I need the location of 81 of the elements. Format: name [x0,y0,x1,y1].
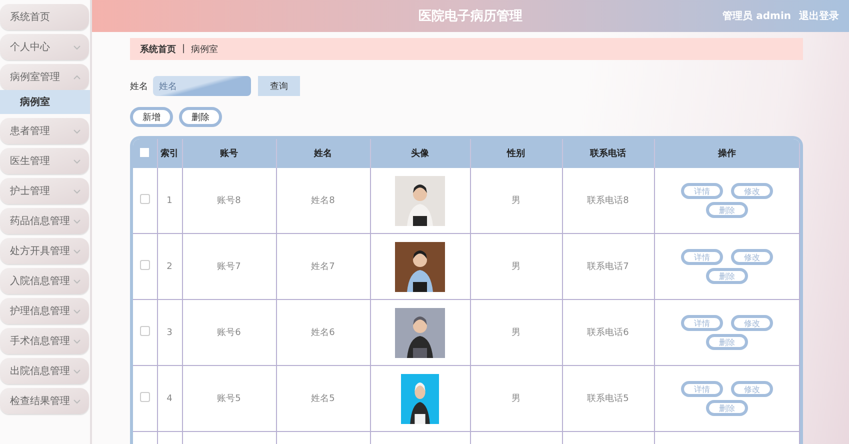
chevron-down-icon [73,188,81,194]
delete-button[interactable]: 删除 [179,107,222,127]
sidebar-subitem[interactable]: 病例室 [0,90,90,114]
table-cell: 男 [470,366,562,432]
row-checkbox[interactable] [140,326,150,336]
chevron-down-icon [73,158,81,164]
sidebar-item[interactable]: 患者管理 [0,118,89,144]
row-checkbox[interactable] [140,392,150,402]
chevron-down-icon [73,308,81,314]
chevron-down-icon [73,44,81,50]
sidebar-item[interactable]: 个人中心 [0,34,89,60]
table-cell: 账号7 [182,234,276,300]
table-cell: 联系电话6 [562,300,654,366]
table-cell: 姓名8 [276,168,370,234]
breadcrumb-current: 病例室 [191,44,218,56]
table-cell: 男 [470,300,562,366]
sidebar-label: 检查结果管理 [10,394,70,408]
table-cell: 账号8 [182,168,276,234]
select-all-checkbox[interactable] [140,148,150,156]
chevron-down-icon [73,278,81,284]
column-header: 索引 [157,139,182,168]
row-checkbox[interactable] [140,260,150,270]
chevron-down-icon [73,338,81,344]
sidebar-item[interactable]: 出院信息管理 [0,358,89,384]
sidebar-item[interactable]: 处方开具管理 [0,238,89,264]
chevron-down-icon [73,218,81,224]
sidebar-label: 出院信息管理 [10,364,70,378]
sidebar-item[interactable]: 系统首页 [0,4,89,30]
column-header: 性别 [470,139,562,168]
sidebar-item[interactable]: 医生管理 [0,148,89,174]
sidebar-label: 护士管理 [10,184,50,198]
sidebar-label: 医生管理 [10,154,50,168]
sidebar-item[interactable]: 病例室管理 [0,64,89,90]
sidebar-label: 药品信息管理 [10,214,70,228]
sidebar-label: 个人中心 [10,40,50,54]
column-header: 头像 [370,139,470,168]
table-cell: 账号5 [182,366,276,432]
row-checkbox[interactable] [140,194,150,204]
column-header: 操作 [654,139,800,168]
table-cell: 2 [157,234,182,300]
table-cell: 联系电话5 [562,366,654,432]
sidebar-label: 病例室管理 [10,70,60,84]
column-header: 联系电话 [562,139,654,168]
sidebar-label: 入院信息管理 [10,274,70,288]
column-header: 姓名 [276,139,370,168]
user-name: 管理员 admin [722,10,791,23]
table-cell: 3 [157,300,182,366]
table-cell: 联系电话7 [562,234,654,300]
sidebar-item[interactable]: 手术信息管理 [0,328,89,354]
table-cell: 男 [470,168,562,234]
table-cell: 姓名5 [276,366,370,432]
sidebar-item[interactable]: 护理信息管理 [0,298,89,324]
chevron-down-icon [73,128,81,134]
table-cell: 姓名7 [276,234,370,300]
add-button[interactable]: 新增 [130,107,173,127]
chevron-down-icon [73,398,81,404]
search-field[interactable]: 姓名 [153,76,251,96]
sidebar-item[interactable]: 药品信息管理 [0,208,89,234]
app-title: 医院电子病历管理 [418,8,522,25]
table-cell: 男 [470,234,562,300]
sidebar-label: 系统首页 [10,10,50,24]
sidebar-label: 手术信息管理 [10,334,70,348]
chevron-up-icon [73,74,81,80]
sidebar-item[interactable]: 检查结果管理 [0,388,89,414]
table-cell: 姓名6 [276,300,370,366]
chevron-down-icon [73,368,81,374]
chevron-down-icon [73,248,81,254]
table-cell: 账号6 [182,300,276,366]
breadcrumb-separator: | [182,44,186,54]
table-cell: 4 [157,366,182,432]
search-label: 姓名 [130,80,148,92]
search-button[interactable]: 查询 [258,76,300,96]
table-cell: 联系电话8 [562,168,654,234]
sidebar-item[interactable]: 护士管理 [0,178,89,204]
breadcrumb-link[interactable]: 系统首页 [140,42,176,56]
table-cell: 1 [157,168,182,234]
sidebar-label: 处方开具管理 [10,244,70,258]
sidebar-item[interactable]: 入院信息管理 [0,268,89,294]
sidebar-label: 患者管理 [10,124,50,138]
column-header: 账号 [182,139,276,168]
sidebar-label: 护理信息管理 [10,304,70,318]
